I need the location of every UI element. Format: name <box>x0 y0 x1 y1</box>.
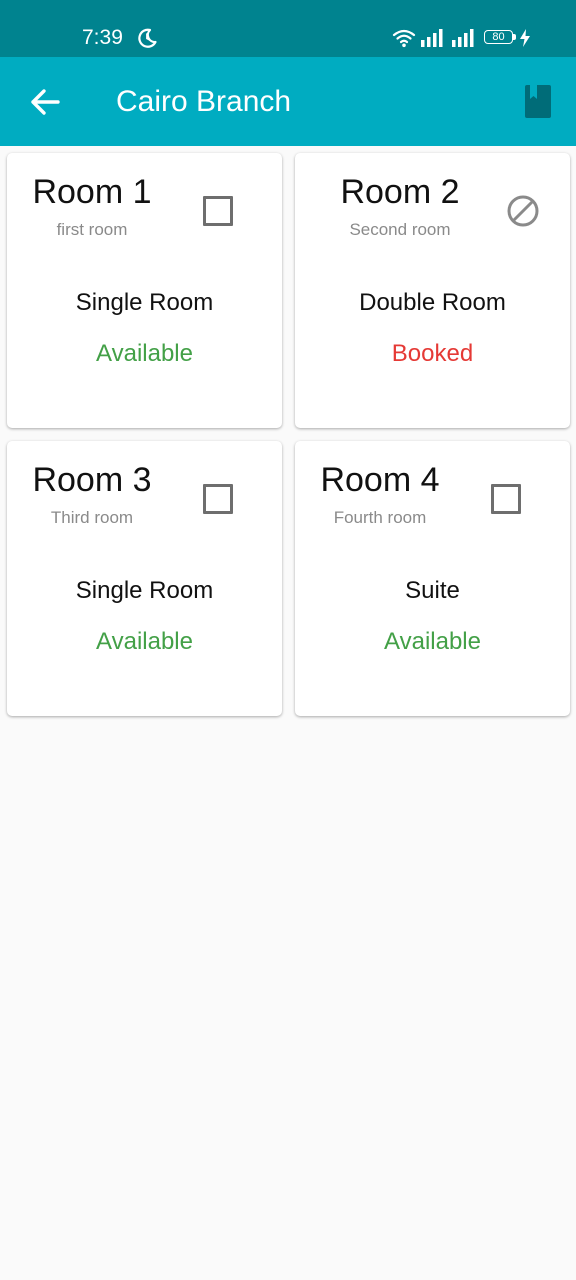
status-bar: 7:39 80 <box>0 0 576 57</box>
room-checkbox[interactable] <box>203 196 233 226</box>
room-name: Room 1 <box>32 173 152 211</box>
room-header: Room 2 Second room <box>315 173 485 240</box>
room-status: Booked <box>391 340 474 367</box>
room-status: Available <box>96 340 193 367</box>
room-card[interactable]: Room 3 Third room Single Room Available <box>7 441 282 716</box>
room-description: Second room <box>349 220 451 239</box>
wifi-icon <box>392 28 416 48</box>
blocked-icon <box>506 194 540 228</box>
room-description: first room <box>56 220 128 239</box>
room-checkbox[interactable] <box>203 484 233 514</box>
moon-icon <box>136 27 158 49</box>
room-type: Double Room <box>359 289 506 316</box>
room-header: Room 3 Third room <box>7 461 177 528</box>
room-name: Room 4 <box>320 461 440 499</box>
room-name: Room 3 <box>32 461 152 499</box>
room-status: Available <box>384 628 481 655</box>
battery-level: 80 <box>484 30 513 44</box>
arrow-back-icon <box>31 89 60 115</box>
book-button[interactable] <box>516 80 560 124</box>
signal-icon <box>451 29 475 47</box>
room-type: Single Room <box>75 577 214 604</box>
app-bar: Cairo Branch <box>0 57 576 146</box>
room-header: Room 4 Fourth room <box>295 461 465 528</box>
room-header: Room 1 first room <box>7 173 177 240</box>
room-card[interactable]: Room 4 Fourth room Suite Available <box>295 441 570 716</box>
battery-icon: 80 <box>484 30 518 46</box>
back-button[interactable] <box>24 81 66 123</box>
status-icons: 80 <box>392 27 530 49</box>
page-title: Cairo Branch <box>116 85 292 118</box>
room-name: Room 2 <box>340 173 460 211</box>
room-card[interactable]: Room 1 first room Single Room Available <box>7 153 282 428</box>
charging-icon <box>520 29 530 47</box>
status-time: 7:39 <box>82 26 123 49</box>
signal-icon <box>420 29 444 47</box>
room-type: Single Room <box>75 289 214 316</box>
room-card[interactable]: Room 2 Second room Double Room Booked <box>295 153 570 428</box>
room-description: Third room <box>50 508 134 527</box>
book-icon <box>525 85 551 118</box>
room-type: Suite <box>405 577 460 604</box>
room-status: Available <box>96 628 193 655</box>
room-description: Fourth room <box>333 508 427 527</box>
room-checkbox[interactable] <box>491 484 521 514</box>
